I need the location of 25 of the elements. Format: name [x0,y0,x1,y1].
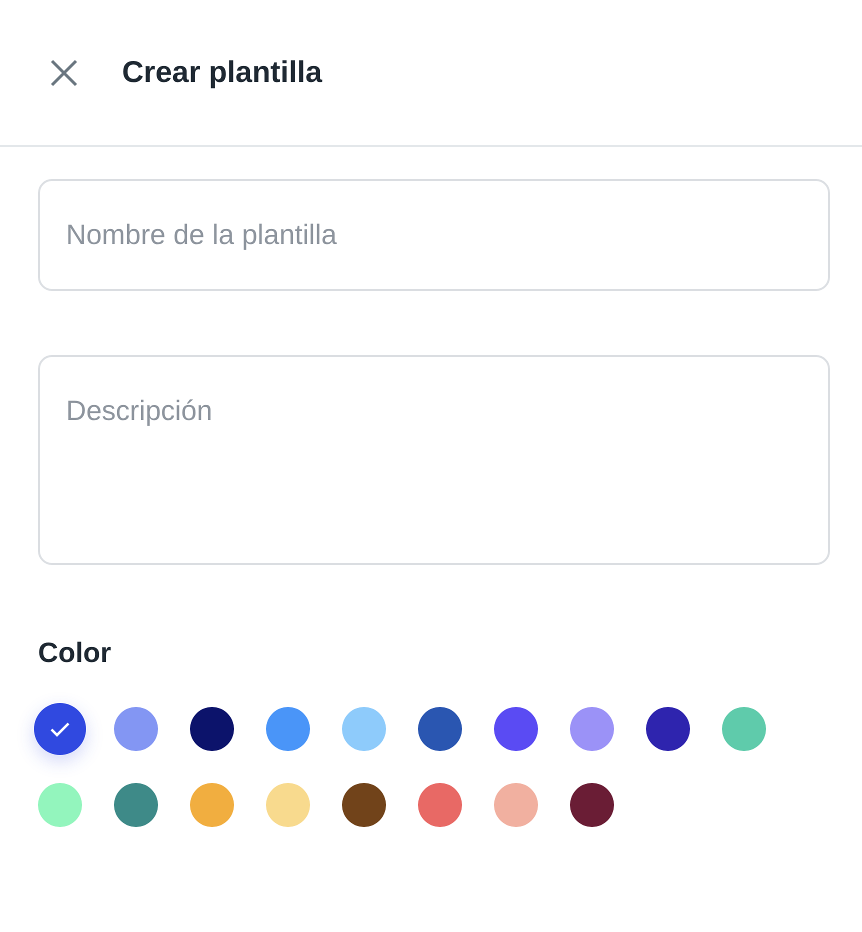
color-swatch[interactable] [418,707,462,751]
color-swatch[interactable] [722,707,766,751]
color-swatch[interactable] [190,783,234,827]
color-swatch[interactable] [418,783,462,827]
color-swatch[interactable] [114,783,158,827]
color-swatch[interactable] [114,707,158,751]
color-swatch[interactable] [342,783,386,827]
color-swatch[interactable] [494,783,538,827]
color-swatch[interactable] [646,707,690,751]
close-button[interactable] [50,58,78,86]
color-swatch[interactable] [190,707,234,751]
color-swatch[interactable] [38,783,82,827]
color-swatch[interactable] [34,703,86,755]
color-label: Color [38,636,112,670]
color-swatch[interactable] [266,707,310,751]
check-icon [50,722,70,736]
color-swatch[interactable] [570,707,614,751]
description-field[interactable]: Descripción [38,355,830,565]
color-swatch[interactable] [570,783,614,827]
color-swatch[interactable] [494,707,538,751]
color-swatch[interactable] [266,783,310,827]
panel-title: Crear plantilla [122,54,322,90]
template-name-field[interactable]: Nombre de la plantilla [38,179,830,291]
color-swatch[interactable] [342,707,386,751]
close-icon [50,58,78,86]
